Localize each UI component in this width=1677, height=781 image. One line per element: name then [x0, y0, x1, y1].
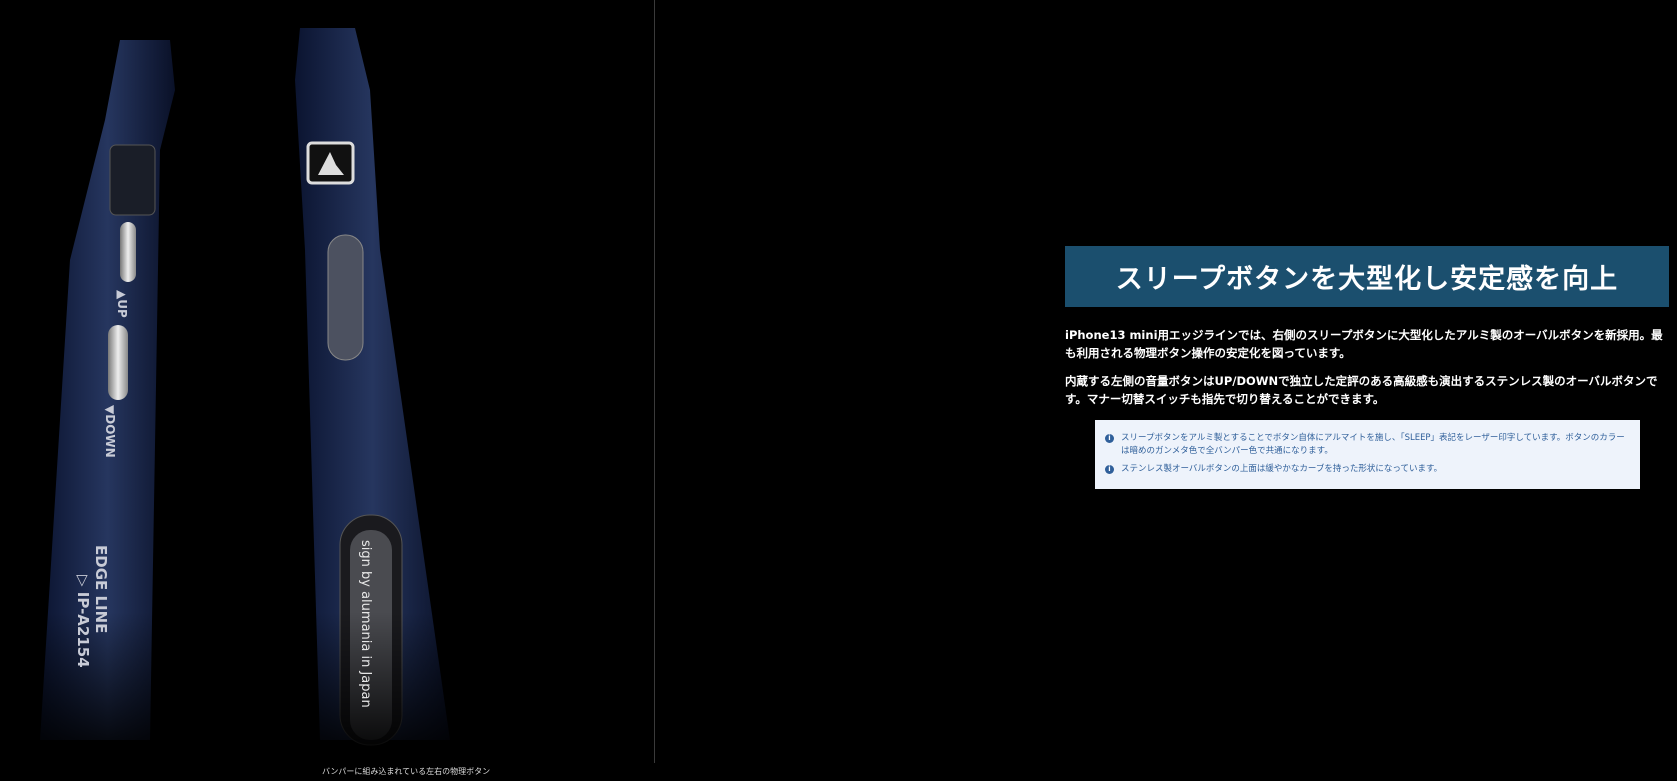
info-icon: i [1105, 434, 1114, 443]
info-icon: i [1105, 465, 1114, 474]
down-label: ▼DOWN [103, 405, 117, 458]
paragraph-sleep-button: iPhone13 mini用エッジラインでは、右側のスリープボタンに大型化したア… [1065, 328, 1663, 360]
model-label: ▷ IP-A2154 [74, 575, 92, 668]
paragraph-volume-button: 内蔵する左側の音量ボタンはUP/DOWNで独立した定評のある高級感も演出するステ… [1065, 374, 1658, 406]
section-heading: スリープボタンを大型化し安定感を向上 [1065, 246, 1669, 307]
made-in-japan-label: sign by alumania in Japan [358, 540, 373, 708]
column-divider [654, 0, 655, 763]
note-item: i スリープボタンをアルミ製とすることでボタン自体にアルマイトを施し、「SLEE… [1105, 432, 1628, 458]
product-photo-bumper-buttons: ▲UP ▼DOWN EDGE LINE ▷ IP-A2154 sign by a… [0, 0, 654, 765]
up-label: ▲UP [115, 290, 129, 318]
photo-fade [0, 0, 654, 765]
note-text: スリープボタンをアルミ製とすることでボタン自体にアルマイトを施し、「SLEEP」… [1121, 433, 1625, 456]
section-heading-text: スリープボタンを大型化し安定感を向上 [1115, 264, 1619, 295]
photo-caption: バンパーに組み込まれている左右の物理ボタン [322, 767, 491, 776]
note-item: i ステンレス製オーバルボタンの上面は緩やかなカーブを持った形状になっています。 [1105, 463, 1628, 476]
info-note-box: i スリープボタンをアルミ製とすることでボタン自体にアルマイトを施し、「SLEE… [1095, 420, 1640, 489]
note-text: ステンレス製オーバルボタンの上面は緩やかなカーブを持った形状になっています。 [1121, 464, 1443, 474]
edge-line-label: EDGE LINE [92, 545, 110, 633]
